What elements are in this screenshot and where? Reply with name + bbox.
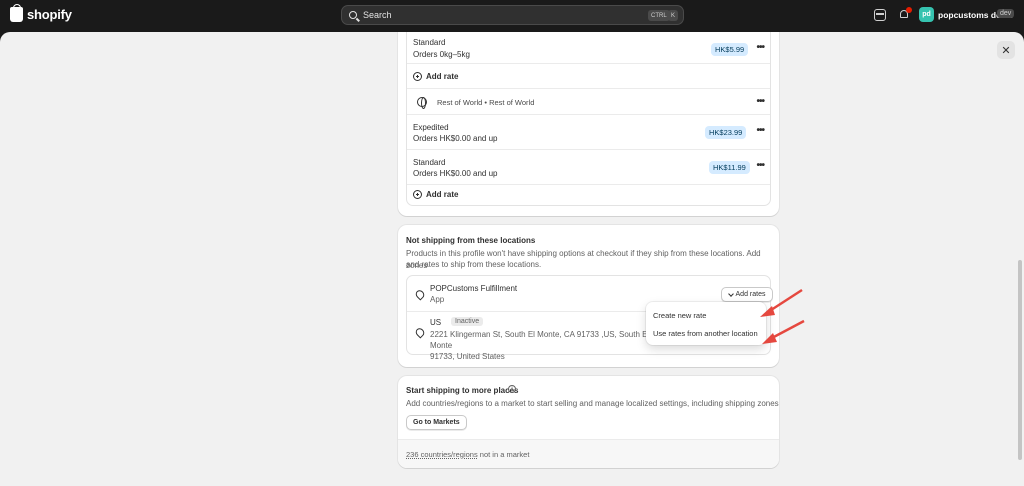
globe-icon [417,97,427,109]
location-pin-icon [413,288,427,301]
store-icon[interactable] [874,9,886,21]
close-icon: ✕ [1001,44,1011,57]
zones-card: Standard Orders 0kg–5kg HK$5.99 ••• Add … [398,32,779,216]
price-badge: HK$11.99 [709,161,750,174]
countries-link[interactable]: 236 countries/regions [406,450,478,459]
location-name: POPCustoms Fulfillment [430,284,518,293]
add-rate-button[interactable]: Add rate [413,72,458,81]
rate-name: Standard [413,38,446,47]
search-input[interactable]: Search CTRL K [341,5,684,25]
plus-circle-icon [413,72,422,81]
search-placeholder: Search [363,10,392,20]
section-title: Start shipping to more places [406,386,519,395]
add-rate-label: Add rate [426,72,459,81]
more-actions-icon[interactable]: ••• [756,96,764,107]
close-button[interactable]: ✕ [997,41,1015,59]
scrollbar[interactable] [1018,260,1022,460]
shortcut-ctrl: CTRL [648,10,670,21]
add-rate-row: Add rate [407,64,770,89]
section-description: Add countries/regions to a market to sta… [406,399,779,408]
price-badge: HK$23.99 [705,126,747,139]
rate-row: Expedited Orders HK$0.00 and up HK$23.99… [407,115,770,150]
menu-item-use-rates-from-another-location[interactable]: Use rates from another location [653,329,758,338]
more-places-card: Start shipping to more places i Add coun… [398,376,779,468]
chevron-down-icon [727,290,734,297]
more-actions-icon[interactable]: ••• [756,160,764,171]
annotation-arrow-icon [762,319,805,344]
card-footer: 236 countries/regions not in a market [398,439,779,468]
section-description: and rates to ship from these locations. [406,260,542,269]
notifications-bell-icon[interactable] [898,7,912,21]
info-icon[interactable]: i [508,385,516,393]
more-actions-icon[interactable]: ••• [756,125,764,136]
shortcut-k: K [668,10,679,21]
add-rate-row: Add rate [407,185,770,207]
more-actions-icon[interactable]: ••• [756,42,764,53]
not-shipping-card: Not shipping from these locations Produc… [398,225,779,367]
status-badge: Inactive [451,317,484,326]
rate-row: Standard Orders 0kg–5kg HK$5.99 ••• [407,32,770,64]
rate-condition: Orders HK$0.00 and up [413,134,498,143]
avatar[interactable]: pd [919,7,934,22]
rate-row: Standard Orders HK$0.00 and up HK$11.99 … [407,150,770,185]
location-address: 2221 Klingerman St, South El Monte, CA 9… [430,330,650,361]
top-bar: shopify Search CTRL K pd popcustoms demo… [0,0,1024,30]
footer-text: 236 countries/regions not in a market [406,450,530,459]
add-rates-menu: Create new rate Use rates from another l… [646,302,766,345]
section-title: Not shipping from these locations [406,236,536,245]
rate-name: Standard [413,158,446,167]
notification-dot [906,7,912,13]
go-to-markets-button[interactable]: Go to Markets [406,415,467,430]
menu-item-create-new-rate[interactable]: Create new rate [653,311,706,320]
shopify-logo[interactable]: shopify [10,4,72,22]
zone-header-row: Rest of World • Rest of World ••• [407,89,770,115]
rate-condition: Orders HK$0.00 and up [413,169,498,178]
shipping-profile-sheet: ✕ Standard Orders 0kg–5kg HK$5.99 ••• Ad… [0,32,1024,486]
zone-box: Standard Orders 0kg–5kg HK$5.99 ••• Add … [406,32,771,206]
location-name: US [430,318,442,327]
price-badge: HK$5.99 [711,43,749,56]
add-rate-label: Add rate [426,190,459,199]
plus-circle-icon [413,190,422,199]
add-rate-button[interactable]: Add rate [413,190,458,199]
zone-name: Rest of World • Rest of World [437,98,535,107]
dev-badge: dev [997,9,1015,18]
rate-condition: Orders 0kg–5kg [413,50,470,59]
brand-name: shopify [27,7,72,22]
shopify-bag-icon [10,4,23,22]
location-pin-icon [413,326,427,339]
location-type: App [430,295,445,304]
search-icon [349,11,357,19]
rate-name: Expedited [413,123,449,132]
